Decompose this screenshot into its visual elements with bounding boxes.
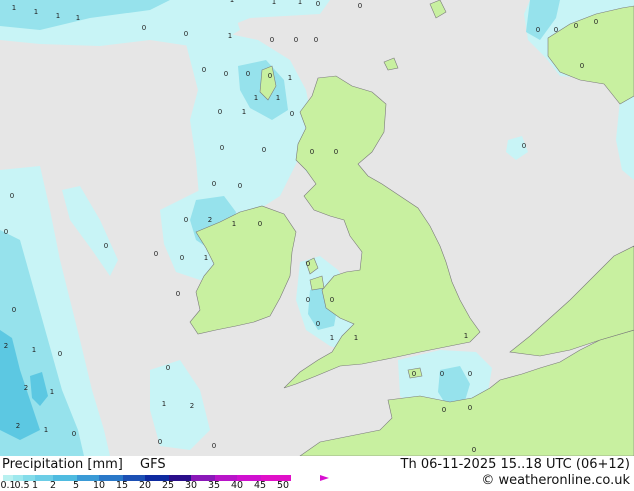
precip-value-label: 0 xyxy=(310,148,314,156)
precip-value-label: 1 xyxy=(44,426,48,434)
precip-value-label: 1 xyxy=(230,0,234,4)
precip-value-label: 0 xyxy=(294,36,298,44)
precip-value-label: 0 xyxy=(536,26,540,34)
precip-value-label: 0 xyxy=(224,70,228,78)
precip-value-label: 2 xyxy=(208,216,212,224)
precip-value-label: 0 xyxy=(10,192,14,200)
precip-value-label: 1 xyxy=(232,220,236,228)
precip-value-label: 0 xyxy=(316,0,320,8)
precip-value-label: 1 xyxy=(162,400,166,408)
precip-value-label: 1 xyxy=(330,334,334,342)
precip-value-label: 0 xyxy=(330,296,334,304)
precip-value-label: 0 xyxy=(166,364,170,372)
precip-value-label: 0 xyxy=(104,242,108,250)
precip-value-label: 0 xyxy=(184,30,188,38)
precip-value-label: 0 xyxy=(468,370,472,378)
precip-value-label: 1 xyxy=(272,0,276,6)
precip-value-label: 0 xyxy=(4,228,8,236)
map-canvas: 1 1 1 11 11 0 000 1 0 0 00 0 0 0 11 110 00 0 0 000 000000 02 1… xyxy=(0,0,634,456)
precip-value-label: 0 xyxy=(314,36,318,44)
precip-value-label: 0 xyxy=(358,2,362,10)
precip-value-label: 0 xyxy=(316,320,320,328)
precip-value-label: 1 xyxy=(32,346,36,354)
precip-value-label: 0 xyxy=(72,430,76,438)
precip-value-label: 0 xyxy=(184,216,188,224)
precip-value-label: 1 xyxy=(254,94,258,102)
precip-value-label: 2 xyxy=(4,342,8,350)
precip-value-label: 2 xyxy=(190,402,194,410)
precip-value-label: 0 xyxy=(522,142,526,150)
precip-value-label: 0 xyxy=(268,72,272,80)
precipitation-map: 1111111000010000000111100000000000000021… xyxy=(0,0,634,456)
precip-value-label: 0 xyxy=(442,406,446,414)
precip-value-label: 0 xyxy=(158,438,162,446)
precip-value-label: 0 xyxy=(580,62,584,70)
precip-value-label: 1 xyxy=(228,32,232,40)
precip-value-label: 0 xyxy=(472,446,476,454)
legend-datetime: Th 06-11-2025 15..18 UTC (06+12) xyxy=(400,457,631,472)
precip-value-label: 1 xyxy=(288,74,292,82)
precip-value-label: 0 xyxy=(270,36,274,44)
precip-value-label: 0 xyxy=(306,296,310,304)
precip-value-label: 0 xyxy=(258,220,262,228)
precip-value-label: 1 xyxy=(354,334,358,342)
precip-value-label: 0 xyxy=(306,260,310,268)
precip-value-label: 0 xyxy=(180,254,184,262)
precip-value-label: 1 xyxy=(242,108,246,116)
precip-value-label: 1 xyxy=(276,94,280,102)
legend-model: GFS xyxy=(140,457,166,472)
precip-value-label: 0 xyxy=(468,404,472,412)
precip-value-label: 0 xyxy=(440,370,444,378)
precip-value-label: 0 xyxy=(262,146,266,154)
precip-value-label: 0 xyxy=(220,144,224,152)
precip-value-label: 1 xyxy=(56,12,60,20)
precip-value-label: 2 xyxy=(24,384,28,392)
precip-value-label: 0 xyxy=(574,22,578,30)
precip-value-label: 1 xyxy=(50,388,54,396)
precip-value-label: 1 xyxy=(204,254,208,262)
precip-value-label: 0 xyxy=(412,370,416,378)
precip-value-label: 0 xyxy=(238,182,242,190)
site-credit: © weatheronline.co.uk xyxy=(481,473,630,488)
precip-value-label: 1 xyxy=(298,0,302,6)
precip-value-label: 0 xyxy=(218,108,222,116)
precip-value-label: 1 xyxy=(464,332,468,340)
legend-title: Precipitation [mm] xyxy=(2,457,123,472)
precip-value-label: 1 xyxy=(76,14,80,22)
precip-value-label: 0 xyxy=(202,66,206,74)
precip-value-label: 0 xyxy=(594,18,598,26)
precip-value-label: 0 xyxy=(290,110,294,118)
precip-value-label: 0 xyxy=(176,290,180,298)
precip-value-label: 0 xyxy=(154,250,158,258)
precip-value-label: 0 xyxy=(212,180,216,188)
precip-value-label: 1 xyxy=(12,4,16,12)
precip-value-label: 0 xyxy=(246,70,250,78)
precip-value-label: 0 xyxy=(12,306,16,314)
precip-value-label: 0 xyxy=(554,26,558,34)
precip-value-label: 0 xyxy=(142,24,146,32)
precip-value-label: 2 xyxy=(16,422,20,430)
precip-value-label: 0 xyxy=(212,442,216,450)
precip-value-label: 0 xyxy=(334,148,338,156)
precip-value-label: 1 xyxy=(34,8,38,16)
precip-value-label: 0 xyxy=(58,350,62,358)
